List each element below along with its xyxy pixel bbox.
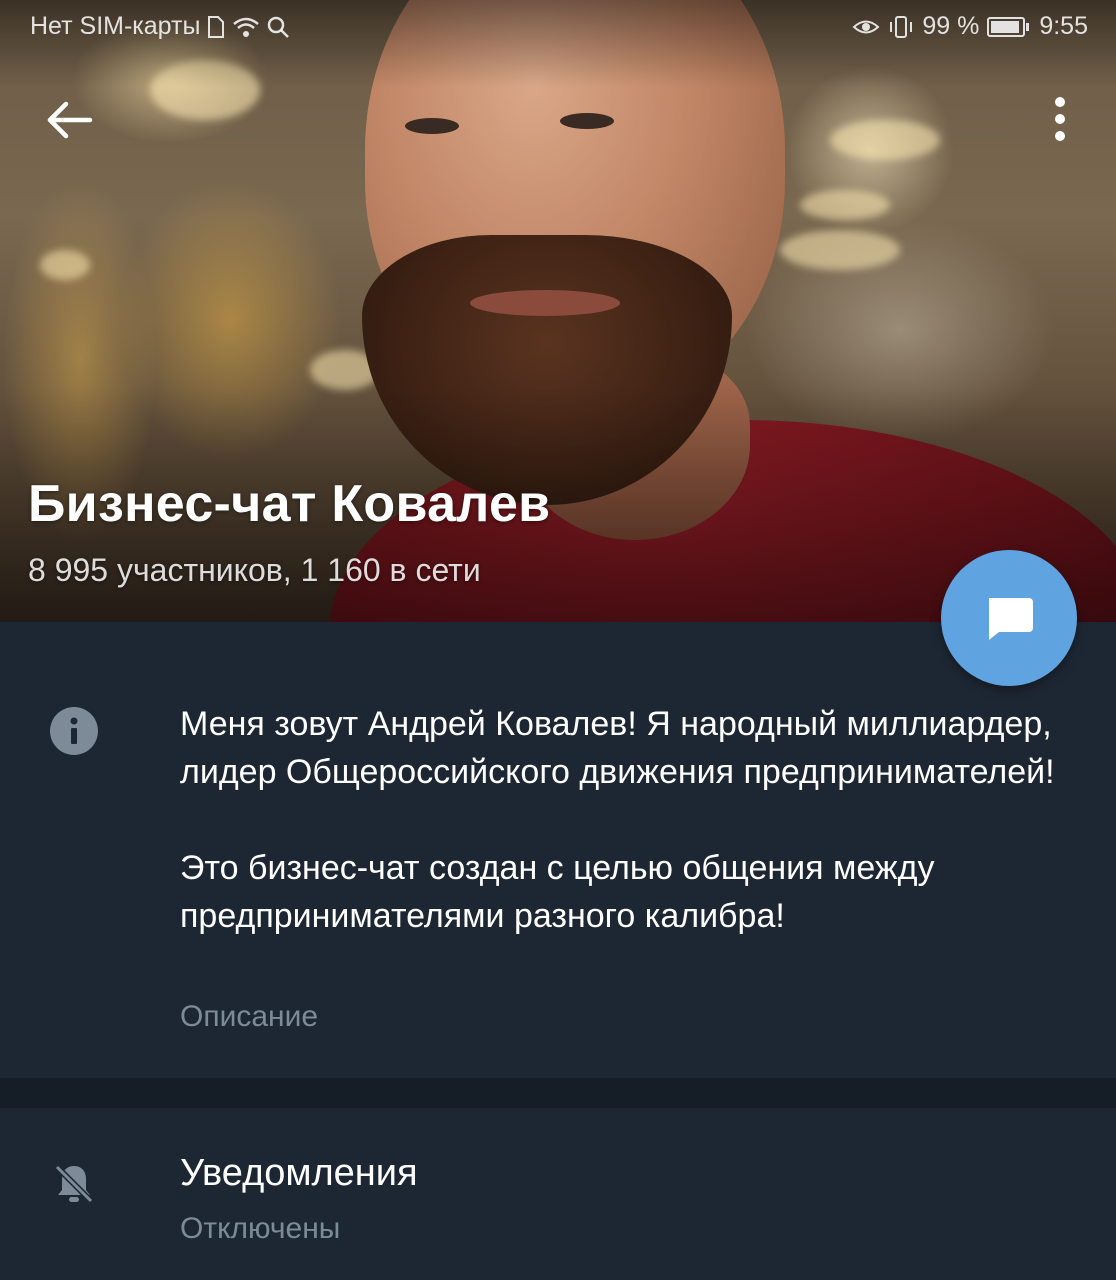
open-chat-button[interactable] bbox=[941, 550, 1077, 686]
chat-title: Бизнес-чат Ковалев bbox=[28, 475, 551, 533]
arrow-left-icon bbox=[47, 101, 93, 139]
bell-off-icon bbox=[54, 1164, 94, 1204]
eye-icon bbox=[852, 20, 880, 33]
search-icon bbox=[268, 16, 290, 38]
sim-icon bbox=[208, 15, 225, 38]
description-paragraph: Это бизнес-чат создан с целью общения ме… bbox=[180, 849, 935, 935]
back-button[interactable] bbox=[40, 90, 100, 150]
status-bar: Нет SIM-карты 99 % 9:55 bbox=[0, 0, 1116, 52]
notifications-title: Уведомления bbox=[180, 1152, 418, 1194]
battery-icon bbox=[987, 16, 1030, 37]
description-text: Меня зовут Андрей Ковалев! Я народный ми… bbox=[180, 700, 1060, 940]
description-label: Описание bbox=[180, 1000, 319, 1033]
info-icon bbox=[50, 707, 98, 755]
members-count: 8 995 участников, 1 160 в сети bbox=[28, 552, 481, 588]
description-paragraph: Меня зовут Андрей Ковалев! Я народный ми… bbox=[180, 705, 1055, 791]
wifi-icon bbox=[233, 17, 260, 37]
more-vertical-icon bbox=[1055, 97, 1065, 141]
more-options-button[interactable] bbox=[1042, 92, 1078, 152]
battery-percent: 99 % bbox=[922, 12, 980, 40]
notifications-status: Отключены bbox=[180, 1212, 341, 1245]
section-divider bbox=[0, 1078, 1116, 1108]
carrier-label: Нет SIM-карты bbox=[30, 12, 201, 40]
notifications-row[interactable] bbox=[0, 1108, 1116, 1280]
vibrate-icon bbox=[890, 15, 913, 38]
chat-bubble-icon bbox=[989, 598, 1033, 640]
clock: 9:55 bbox=[1039, 12, 1088, 40]
